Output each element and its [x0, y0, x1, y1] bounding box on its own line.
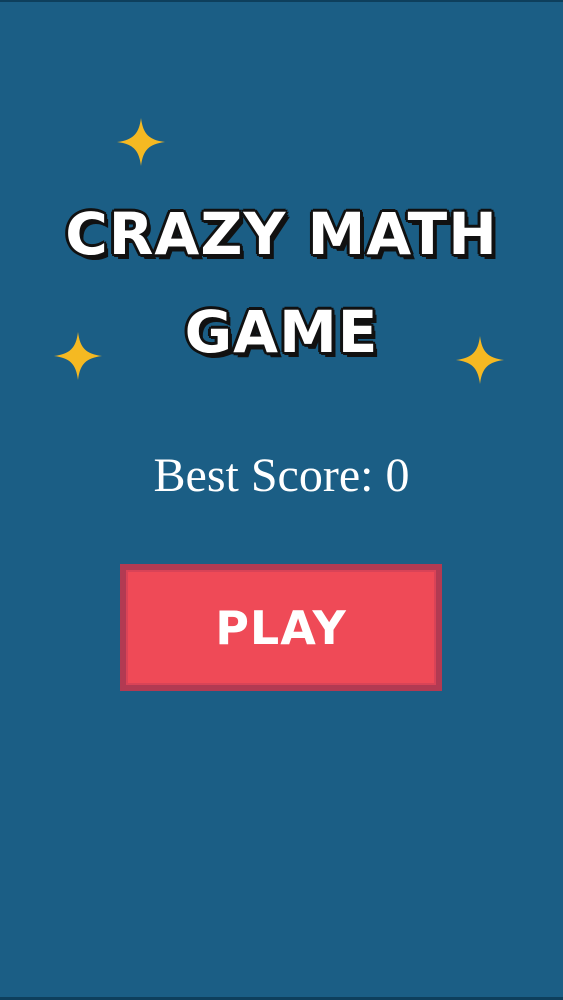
sparkle-star-icon	[117, 118, 165, 166]
game-screen: { "title": { "line1": "CRAZY MATH", "lin…	[0, 0, 563, 1000]
best-score-label: Best Score: 0	[153, 449, 410, 502]
play-button[interactable]: PLAY	[120, 564, 442, 691]
game-title-line-1: CRAZY MATH	[65, 200, 498, 268]
play-button-label: PLAY	[215, 600, 347, 655]
game-title-line-2: GAME	[184, 298, 379, 366]
